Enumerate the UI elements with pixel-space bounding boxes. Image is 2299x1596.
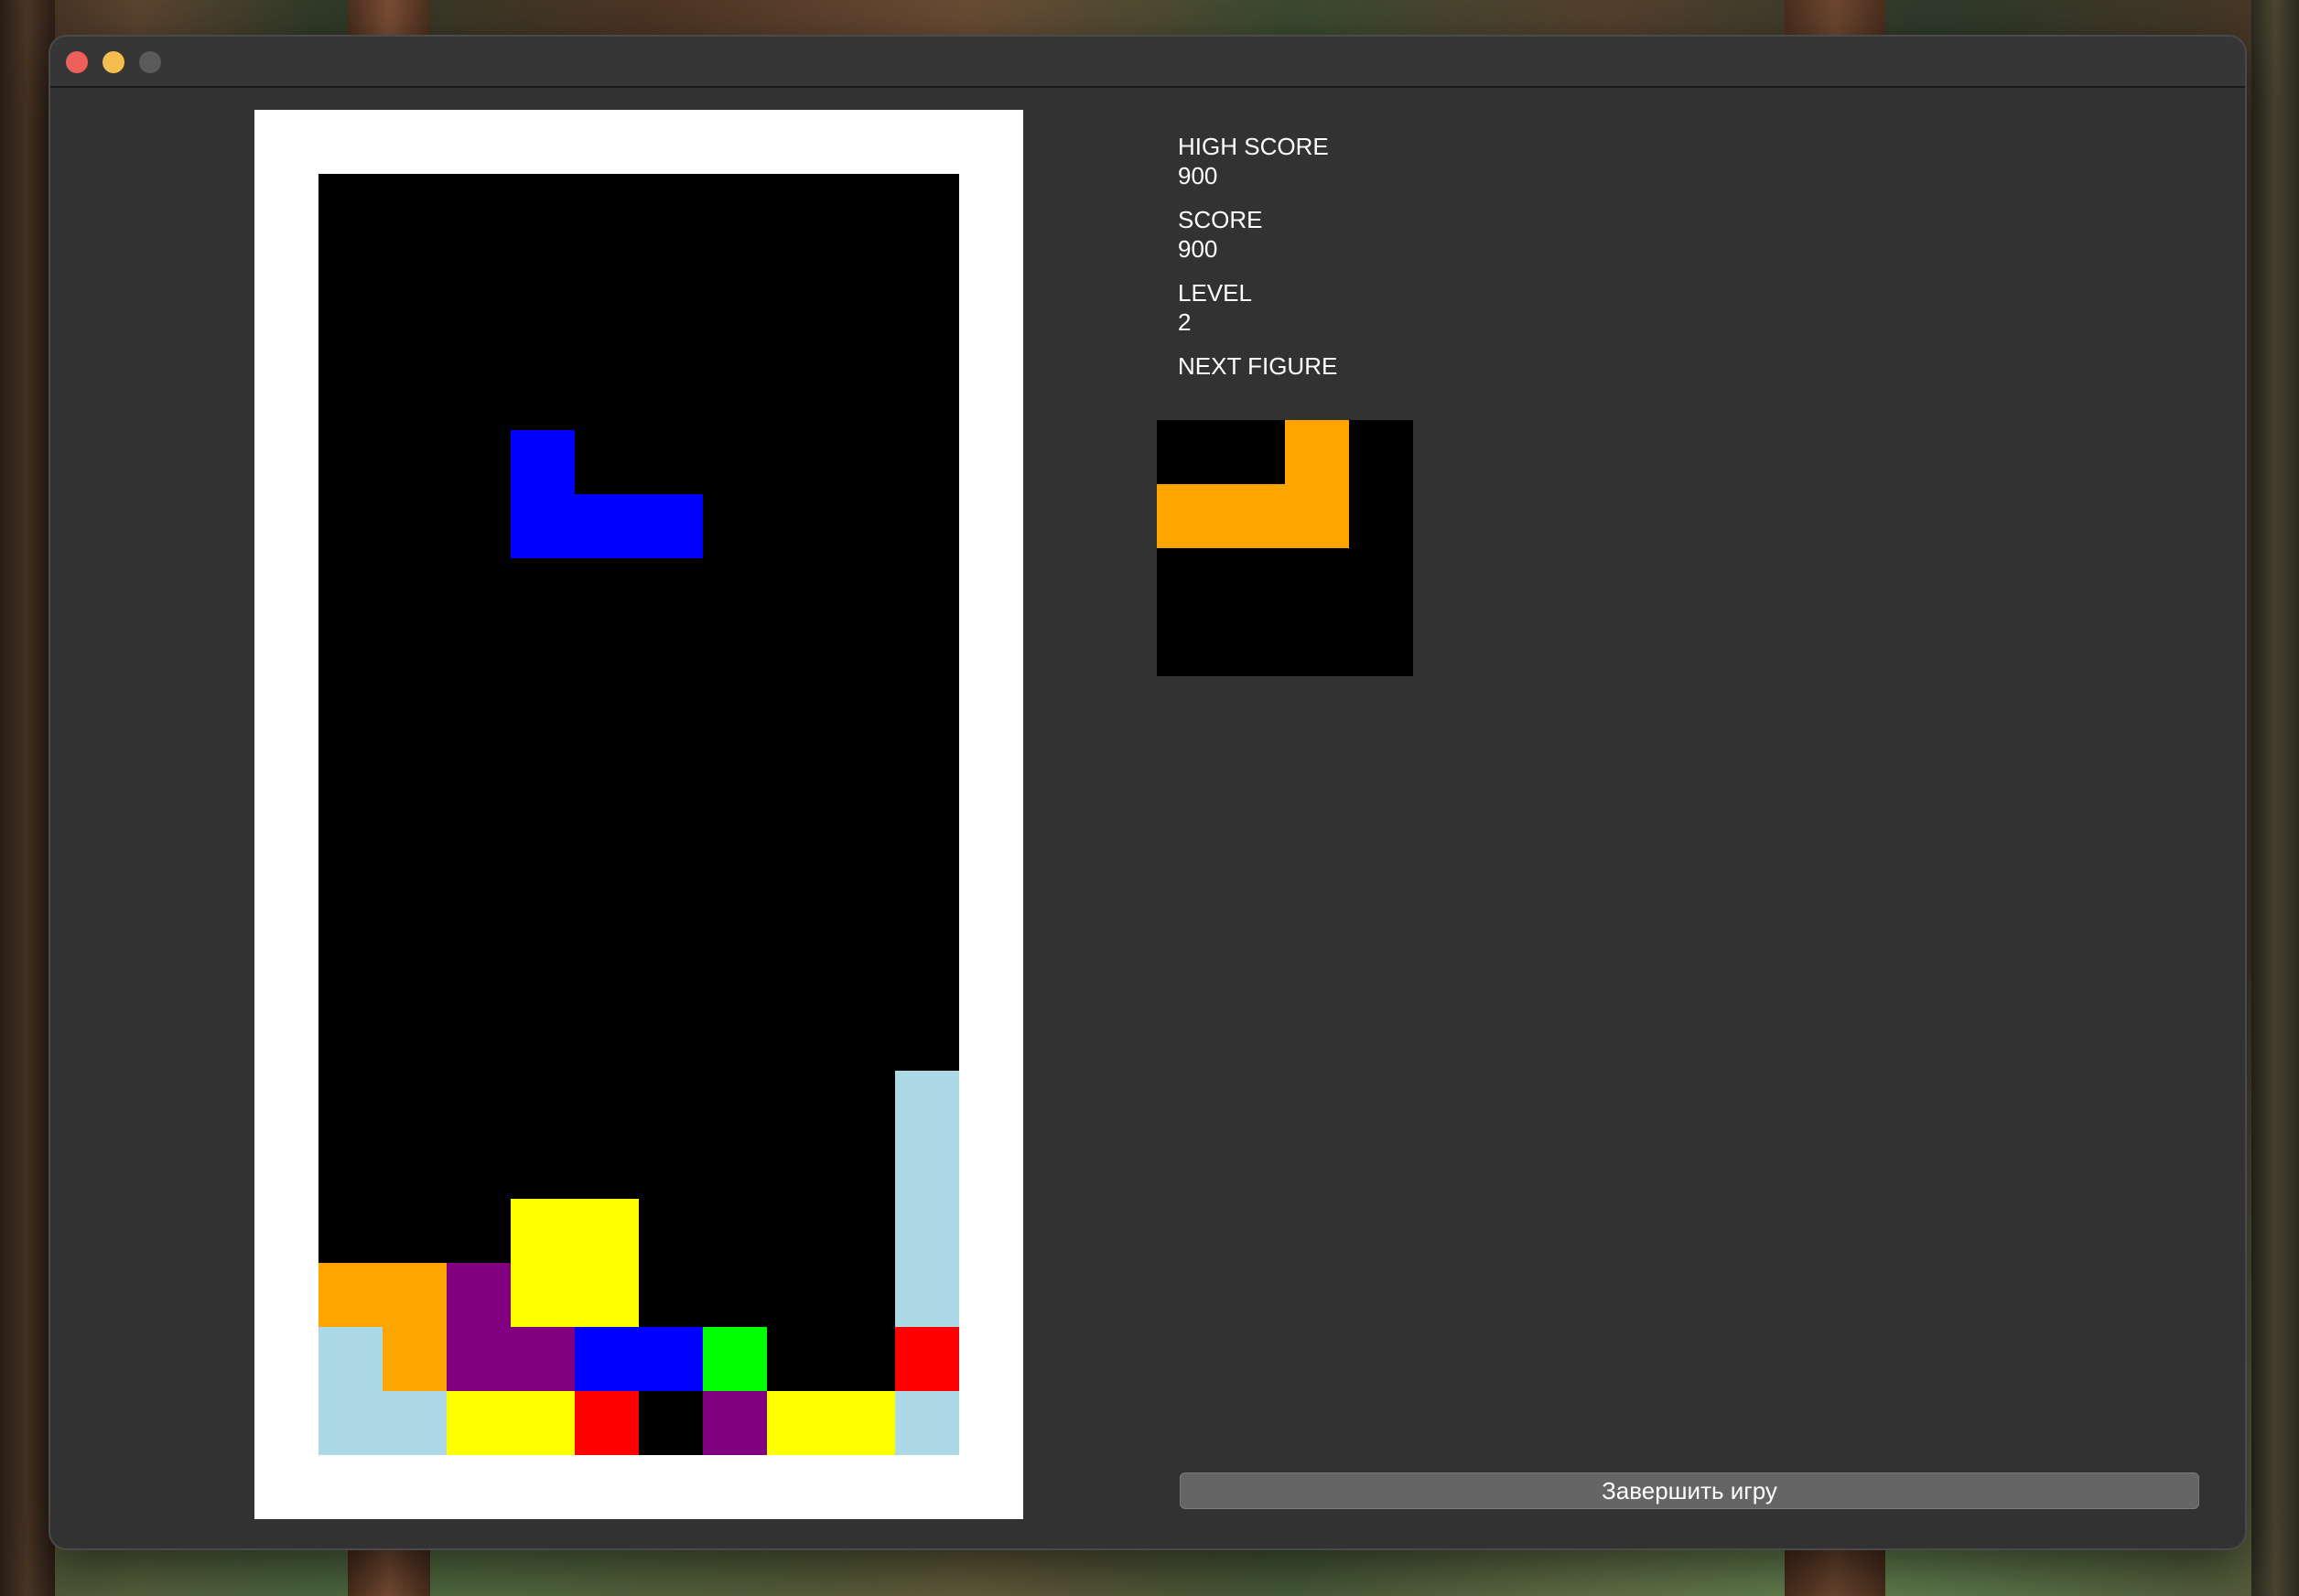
app-window: HIGH SCORE 900 SCORE 900 LEVEL 2 NEXT FI… xyxy=(50,37,2245,1548)
high-score-label: HIGH SCORE xyxy=(1178,133,1329,160)
score-value: 900 xyxy=(1178,235,1218,263)
locked-block-yellow xyxy=(447,1391,511,1455)
next-figure-block xyxy=(1285,420,1349,484)
game-board-frame xyxy=(254,110,1023,1519)
locked-block-lightblue xyxy=(318,1391,383,1455)
zoom-window-button[interactable] xyxy=(139,51,161,73)
locked-block-lightblue xyxy=(895,1391,959,1455)
locked-block-blue xyxy=(575,1327,639,1391)
active-piece-block xyxy=(639,494,703,558)
minimize-window-button[interactable] xyxy=(103,51,124,73)
locked-block-yellow xyxy=(511,1391,575,1455)
next-figure-label: NEXT FIGURE xyxy=(1178,352,1338,380)
locked-block-yellow xyxy=(575,1199,639,1263)
locked-block-lightblue xyxy=(895,1263,959,1327)
locked-block-red xyxy=(575,1391,639,1455)
locked-block-orange xyxy=(318,1263,383,1327)
locked-block-yellow xyxy=(831,1391,895,1455)
active-piece-block xyxy=(511,430,575,494)
locked-block-purple xyxy=(447,1263,511,1327)
locked-block-lightblue xyxy=(895,1071,959,1135)
locked-block-purple xyxy=(703,1391,767,1455)
locked-block-green xyxy=(703,1327,767,1391)
high-score-value: 900 xyxy=(1178,162,1218,189)
level-value: 2 xyxy=(1178,308,1192,336)
score-label: SCORE xyxy=(1178,206,1263,233)
close-window-button[interactable] xyxy=(66,51,88,73)
locked-block-yellow xyxy=(767,1391,831,1455)
locked-block-red xyxy=(895,1327,959,1391)
active-piece-block xyxy=(511,494,575,558)
locked-block-orange xyxy=(383,1327,447,1391)
locked-block-orange xyxy=(383,1263,447,1327)
next-figure-preview xyxy=(1157,420,1413,676)
locked-block-lightblue xyxy=(383,1391,447,1455)
locked-block-yellow xyxy=(511,1199,575,1263)
next-figure-block xyxy=(1157,484,1221,548)
locked-block-lightblue xyxy=(318,1327,383,1391)
locked-block-lightblue xyxy=(895,1135,959,1199)
locked-block-lightblue xyxy=(895,1199,959,1263)
next-figure-block xyxy=(1221,484,1285,548)
background-tree-trunk xyxy=(2251,0,2299,1596)
background-tree-trunk xyxy=(0,0,55,1596)
active-piece-block xyxy=(575,494,639,558)
end-game-button[interactable]: Завершить игру xyxy=(1180,1472,2199,1509)
locked-block-yellow xyxy=(575,1263,639,1327)
level-label: LEVEL xyxy=(1178,279,1252,307)
game-board[interactable] xyxy=(318,174,959,1455)
locked-block-purple xyxy=(447,1327,511,1391)
locked-block-blue xyxy=(639,1327,703,1391)
locked-block-purple xyxy=(511,1327,575,1391)
next-figure-block xyxy=(1285,484,1349,548)
locked-block-yellow xyxy=(511,1263,575,1327)
title-bar xyxy=(50,37,2245,88)
